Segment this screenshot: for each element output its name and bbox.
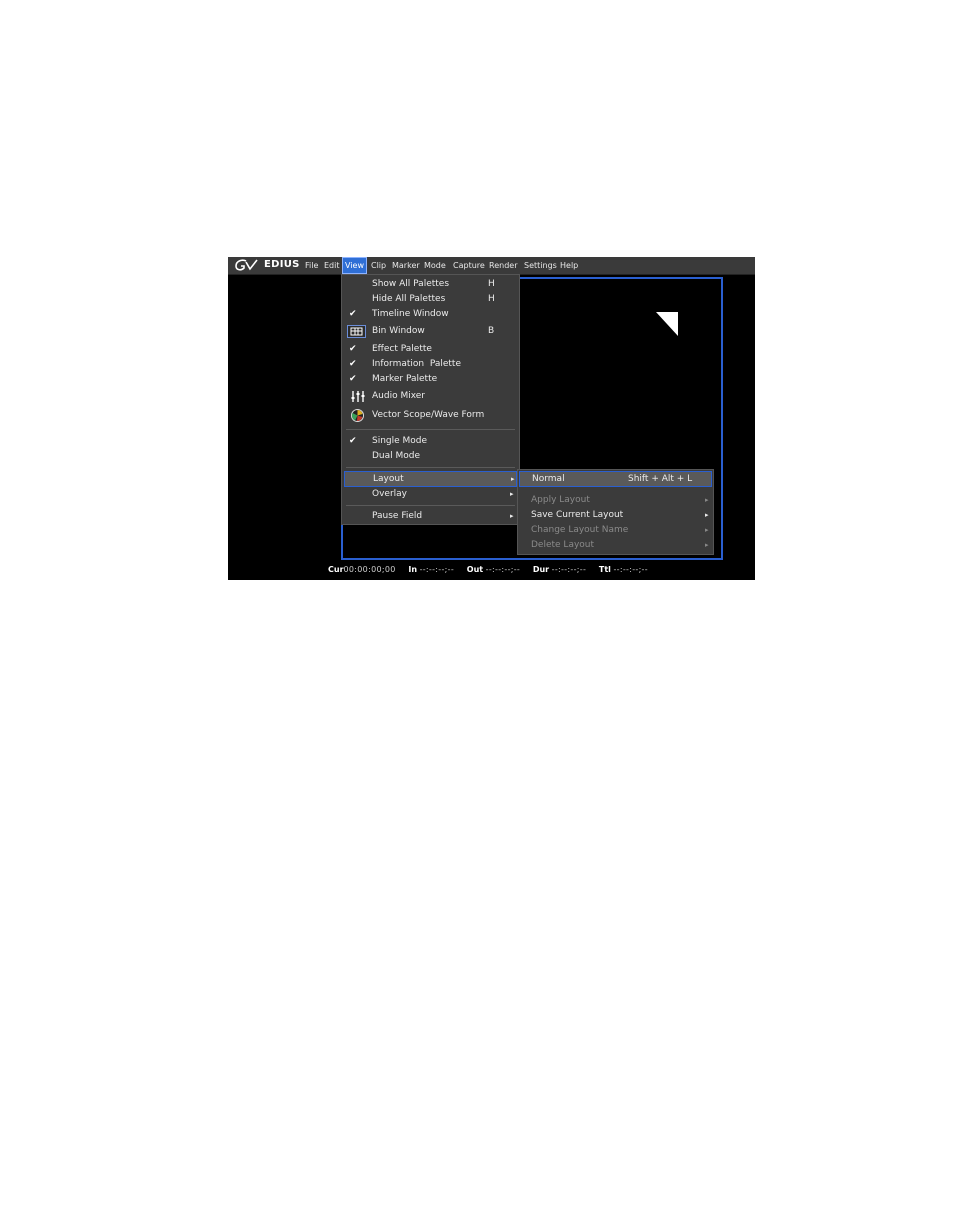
menu-file[interactable]: File [303,258,320,273]
bin-window-icon [347,325,366,338]
layout-submenu: Normal Shift + Alt + L Apply Layout ▸ Sa… [517,469,714,555]
dur-label: Dur [532,565,550,574]
menu-view[interactable]: View [342,257,367,274]
menu-settings[interactable]: Settings [522,258,559,273]
submenu-arrow-icon: ▸ [705,511,709,519]
in-timecode: --:--:--;-- [419,565,455,574]
menu-item-vector-scope[interactable]: Vector Scope/Wave Form [342,408,519,424]
app-name: EDIUS [264,259,300,270]
submenu-arrow-icon: ▸ [705,496,709,504]
submenu-arrow-icon: ▸ [705,541,709,549]
in-label: In [408,565,418,574]
edius-window: EDIUS File Edit View Clip Marker Mode Ca… [228,257,755,580]
check-icon: ✔ [349,436,357,446]
submenu-arrow-icon: ▸ [510,512,514,520]
vector-scope-icon [351,409,364,422]
gv-logo-icon [235,259,258,271]
menu-item-bin-window[interactable]: Bin Window B [342,324,519,340]
menu-item-audio-mixer[interactable]: Audio Mixer [342,389,519,405]
menu-separator [346,467,515,468]
menu-item-effect-palette[interactable]: ✔ Effect Palette [342,342,519,357]
cur-label: Cur [328,565,344,574]
submenu-item-change-layout-name[interactable]: Change Layout Name ▸ [518,523,713,538]
check-icon: ✔ [349,309,357,319]
view-menu-dropdown: Show All Palettes H Hide All Palettes H … [341,274,520,525]
menu-clip[interactable]: Clip [369,258,388,273]
menu-item-timeline-window[interactable]: ✔ Timeline Window [342,307,519,322]
ttl-label: Ttl [598,565,611,574]
check-icon: ✔ [349,359,357,369]
menu-mode[interactable]: Mode [422,258,448,273]
menu-edit[interactable]: Edit [322,258,342,273]
out-label: Out [466,565,484,574]
menu-marker[interactable]: Marker [390,258,422,273]
menu-item-hide-all-palettes[interactable]: Hide All Palettes H [342,292,519,307]
submenu-item-delete-layout[interactable]: Delete Layout ▸ [518,538,713,553]
menu-item-pause-field[interactable]: Pause Field ▸ [342,509,519,524]
menu-item-layout[interactable]: Layout ▸ [344,471,517,487]
out-timecode: --:--:--;-- [485,565,521,574]
audio-mixer-icon [351,391,365,402]
submenu-item-save-current-layout[interactable]: Save Current Layout ▸ [518,508,713,523]
menu-help[interactable]: Help [558,258,580,273]
menu-capture[interactable]: Capture [451,258,487,273]
menu-item-single-mode[interactable]: ✔ Single Mode [342,434,519,449]
timecode-bar: Cur00:00:00;00 In --:--:--;-- Out --:--:… [328,563,648,577]
menu-bar: EDIUS File Edit View Clip Marker Mode Ca… [228,257,755,275]
submenu-item-normal[interactable]: Normal Shift + Alt + L [519,471,712,487]
menu-item-overlay[interactable]: Overlay ▸ [342,487,519,502]
dur-timecode: --:--:--;-- [551,565,587,574]
menu-item-dual-mode[interactable]: Dual Mode [342,449,519,464]
submenu-arrow-icon: ▸ [511,475,515,483]
menu-item-marker-palette[interactable]: ✔ Marker Palette [342,372,519,387]
submenu-arrow-icon: ▸ [510,490,514,498]
menu-render[interactable]: Render [487,258,519,273]
menu-item-information-palette[interactable]: ✔ Information Palette [342,357,519,372]
check-icon: ✔ [349,374,357,384]
submenu-item-apply-layout[interactable]: Apply Layout ▸ [518,493,713,508]
menu-item-show-all-palettes[interactable]: Show All Palettes H [342,277,519,292]
playhead-marker-icon [656,312,678,336]
ttl-timecode: --:--:--;-- [613,565,648,574]
check-icon: ✔ [349,344,357,354]
submenu-arrow-icon: ▸ [705,526,709,534]
cur-timecode: 00:00:00;00 [343,565,396,574]
menu-separator [346,505,515,506]
menu-separator [346,429,515,430]
